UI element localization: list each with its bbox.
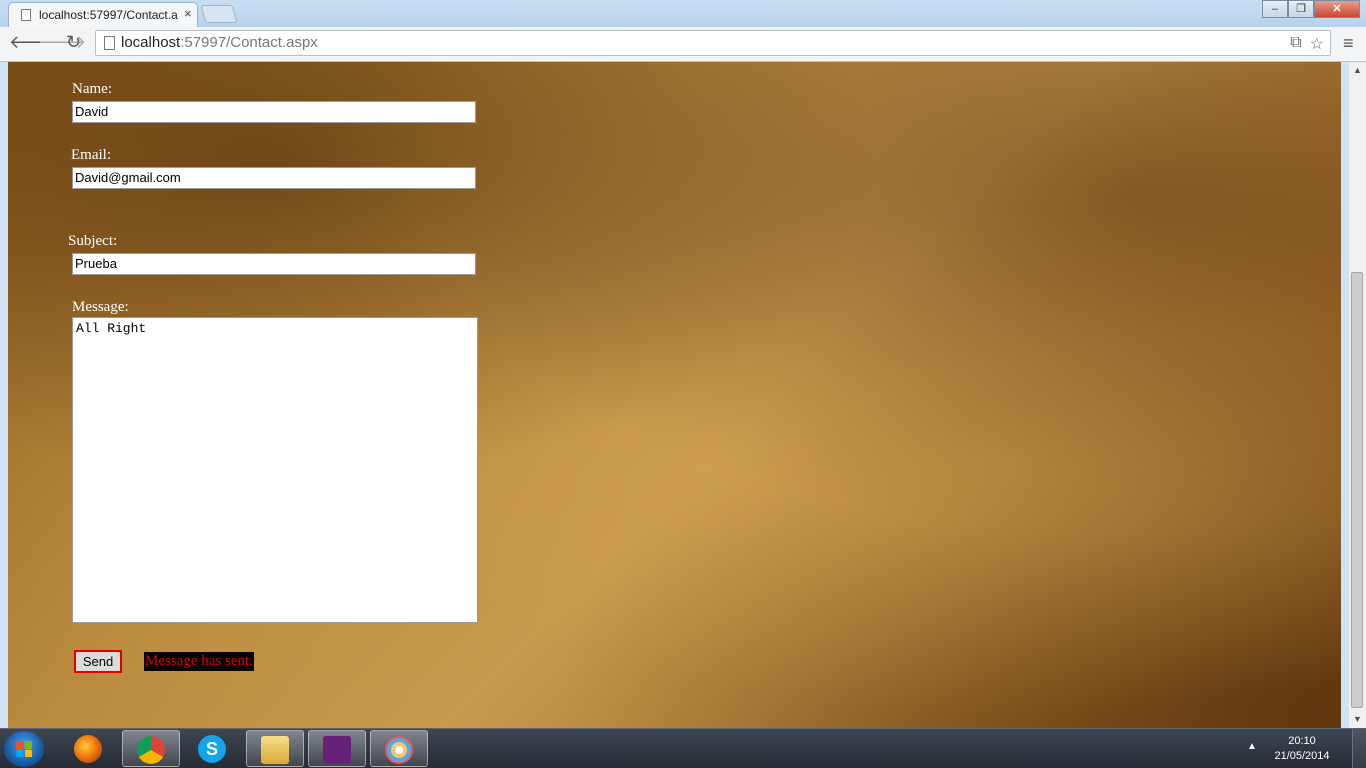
new-tab-button[interactable]: [200, 5, 238, 23]
taskbar-visual-studio[interactable]: [308, 730, 366, 767]
email-label: Email:: [71, 147, 111, 163]
scroll-down-icon[interactable]: ▼: [1353, 714, 1362, 724]
show-desktop-button[interactable]: [1352, 729, 1366, 768]
tab-title: localhost:57997/Contact.a: [39, 8, 178, 22]
address-bar[interactable]: localhost:57997/Contact.aspx ⧉ ☆: [95, 30, 1331, 56]
taskbar-skype[interactable]: S: [184, 730, 242, 767]
send-button[interactable]: Send: [74, 650, 122, 673]
name-label: Name:: [72, 81, 112, 97]
tab-close-icon[interactable]: ×: [184, 6, 192, 21]
subject-input[interactable]: Prueba: [72, 253, 476, 275]
page-icon: [104, 36, 115, 50]
url-text: localhost:57997/Contact.aspx: [121, 34, 318, 51]
browser-toolbar: 🡐 🡒 ↻ localhost:57997/Contact.aspx ⧉ ☆ ≡: [0, 27, 1366, 62]
paint-icon: [385, 736, 413, 764]
windows-taskbar: S ▲ 20:10 21/05/2014: [0, 728, 1366, 768]
status-message: Message has sent.: [144, 652, 254, 671]
page-scrollbar[interactable]: ▲ ▼: [1349, 62, 1366, 728]
reload-button[interactable]: ↻: [66, 32, 81, 53]
window-controls: ‒ ❐ ✕: [1262, 0, 1360, 18]
folder-icon: [261, 736, 289, 764]
translate-icon[interactable]: ⧉: [1290, 34, 1301, 54]
visual-studio-icon: [323, 736, 351, 764]
restore-button[interactable]: ❐: [1288, 0, 1314, 18]
bookmark-star-icon[interactable]: ☆: [1310, 34, 1324, 54]
taskbar-paint[interactable]: [370, 730, 428, 767]
taskbar-firefox[interactable]: [60, 730, 118, 767]
firefox-icon: [74, 735, 102, 763]
browser-titlebar: localhost:57997/Contact.a × ‒ ❐ ✕: [0, 0, 1366, 27]
close-window-button[interactable]: ✕: [1314, 0, 1360, 18]
windows-logo-icon: [16, 741, 32, 757]
message-textarea[interactable]: All Right: [72, 317, 478, 623]
name-input[interactable]: David: [72, 101, 476, 123]
chrome-icon: [137, 736, 165, 764]
page-viewport: Name: David Email: David@gmail.com Subje…: [8, 62, 1341, 728]
taskbar-file-explorer[interactable]: [246, 730, 304, 767]
skype-icon: S: [198, 735, 226, 763]
subject-label: Subject:: [68, 233, 118, 249]
taskbar-chrome[interactable]: [122, 730, 180, 767]
start-button[interactable]: [4, 731, 44, 767]
tray-expand-icon[interactable]: ▲: [1247, 741, 1257, 752]
clock-time: 20:10: [1288, 735, 1316, 747]
minimize-button[interactable]: ‒: [1262, 0, 1288, 18]
browser-tab-active[interactable]: localhost:57997/Contact.a ×: [8, 2, 198, 27]
email-input[interactable]: David@gmail.com: [72, 167, 476, 189]
menu-icon[interactable]: ≡: [1343, 33, 1354, 54]
system-clock[interactable]: 20:10 21/05/2014: [1270, 734, 1334, 764]
clock-date: 21/05/2014: [1274, 750, 1330, 762]
scroll-up-icon[interactable]: ▲: [1353, 65, 1362, 75]
message-label: Message:: [72, 299, 129, 315]
page-favicon-icon: [21, 9, 31, 21]
scroll-thumb[interactable]: [1351, 272, 1363, 708]
